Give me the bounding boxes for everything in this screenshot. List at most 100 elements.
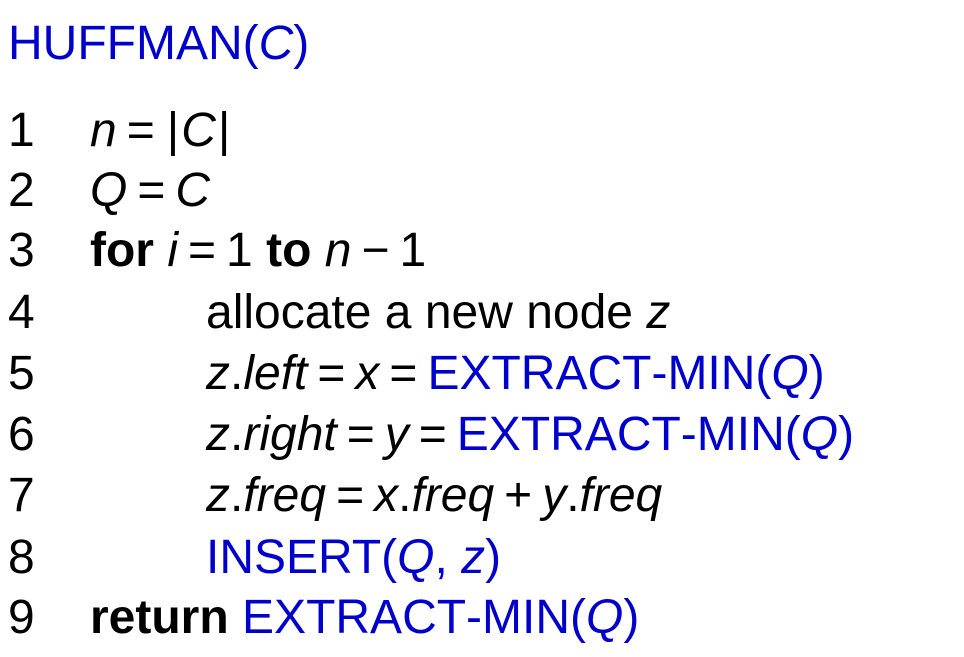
proc-rest: XTRACT (459, 347, 652, 400)
line-content: for i = 1 to n −1 (90, 221, 426, 281)
title-param: C (258, 17, 294, 70)
line-number: 7 (8, 469, 35, 522)
proc-rest: XTRACT (488, 408, 681, 461)
attr-freq: freq (579, 469, 663, 522)
var-y: y (542, 469, 567, 522)
operator-equals: = (389, 347, 418, 400)
line-number: 1 (8, 104, 35, 157)
keyword-return: return (90, 591, 229, 644)
var-x: x (355, 347, 380, 400)
call-insert: INSERT(Q, z) (206, 531, 501, 584)
var-q: Q (800, 408, 839, 461)
call-extract-min: EXTRACT-MIN(Q) (427, 347, 824, 400)
title-lparen: ( (242, 17, 259, 70)
var-c: C (181, 104, 216, 157)
procedure-title: HUFFMAN(C) (8, 14, 309, 74)
operator-equals: = (126, 104, 155, 157)
proc-initial: E (242, 591, 275, 644)
proc-dash: - (651, 347, 668, 400)
proc-initial: I (206, 531, 220, 584)
line-number: 4 (8, 286, 35, 339)
line-number: 6 (8, 408, 35, 461)
lparen: ( (381, 531, 398, 584)
lparen: ( (570, 591, 586, 644)
var-c: C (175, 164, 211, 217)
line-content: z.left = x = EXTRACT-MIN(Q) (206, 344, 825, 404)
line-number: 3 (8, 224, 35, 277)
proc-rest: IN (736, 408, 785, 461)
var-q: Q (90, 164, 128, 217)
proc-initial: M (667, 347, 708, 400)
abs-bar: | (166, 104, 180, 157)
proc-initial: E (427, 347, 460, 400)
keyword-to: to (266, 224, 312, 277)
call-extract-min: EXTRACT-MIN(Q) (242, 591, 639, 644)
title-rest: UFFMAN (42, 17, 243, 70)
abs-bar: | (217, 104, 231, 157)
var-i: i (167, 224, 178, 277)
operator-plus: + (504, 469, 533, 522)
line-content: INSERT(Q, z) (206, 528, 501, 588)
proc-initial: M (482, 591, 523, 644)
var-z: z (206, 408, 230, 461)
lparen: ( (755, 347, 772, 400)
rparen: ) (808, 347, 825, 400)
title-initial: H (8, 17, 43, 70)
var-q: Q (771, 347, 809, 400)
title-rparen: ) (293, 17, 310, 70)
rparen: ) (485, 531, 502, 584)
comma: , (434, 531, 448, 584)
var-z: z (206, 469, 230, 522)
line-content: z.right = y = EXTRACT-MIN(Q) (206, 405, 854, 465)
var-n: n (90, 104, 117, 157)
proc-rest: IN (522, 591, 571, 644)
var-q: Q (586, 591, 624, 644)
line-content: Q = C (90, 161, 210, 221)
attr-dot: . (230, 408, 244, 461)
var-z: z (646, 286, 671, 339)
line-number: 8 (8, 531, 35, 584)
attr-dot: . (230, 469, 244, 522)
attr-dot: . (566, 469, 580, 522)
pseudocode-block: HUFFMAN(C) 1 n = |C| 2 Q = C 3 for i = 1 to n −… (0, 0, 964, 657)
operator-equals: = (188, 224, 217, 277)
number-one: 1 (226, 224, 253, 277)
proc-dash: - (680, 408, 697, 461)
line-number: 9 (8, 591, 35, 644)
var-x: x (374, 469, 399, 522)
keyword-for: for (90, 224, 154, 277)
var-y: y (384, 408, 409, 461)
operator-equals: = (317, 347, 346, 400)
attr-left: left (243, 347, 308, 400)
operator-minus: − (361, 224, 390, 277)
proc-initial: E (456, 408, 489, 461)
attr-dot: . (398, 469, 412, 522)
proc-dash: - (466, 591, 483, 644)
attr-dot: . (230, 347, 244, 400)
operator-equals: = (336, 469, 365, 522)
operator-equals: = (418, 408, 447, 461)
rparen: ) (623, 591, 640, 644)
var-z: z (206, 347, 230, 400)
proc-rest: XTRACT (274, 591, 467, 644)
line-content: return EXTRACT-MIN(Q) (90, 588, 639, 648)
operator-equals: = (137, 164, 166, 217)
var-n: n (324, 224, 352, 277)
allocate-text: allocate a new node (206, 286, 633, 339)
attr-freq: freq (243, 469, 327, 522)
proc-initial: M (696, 408, 737, 461)
proc-rest: IN (707, 347, 756, 400)
var-z: z (461, 531, 486, 584)
proc-rest: NSERT (219, 531, 382, 584)
lparen: ( (784, 408, 801, 461)
line-number: 2 (8, 164, 35, 217)
line-number: 5 (8, 347, 35, 400)
number-one: 1 (399, 224, 427, 277)
operator-equals: = (346, 408, 375, 461)
attr-freq: freq (411, 469, 495, 522)
line-content: n = |C| (90, 101, 232, 161)
rparen: ) (838, 408, 855, 461)
var-q: Q (397, 531, 435, 584)
attr-right: right (243, 408, 337, 461)
call-extract-min: EXTRACT-MIN(Q) (457, 408, 854, 461)
